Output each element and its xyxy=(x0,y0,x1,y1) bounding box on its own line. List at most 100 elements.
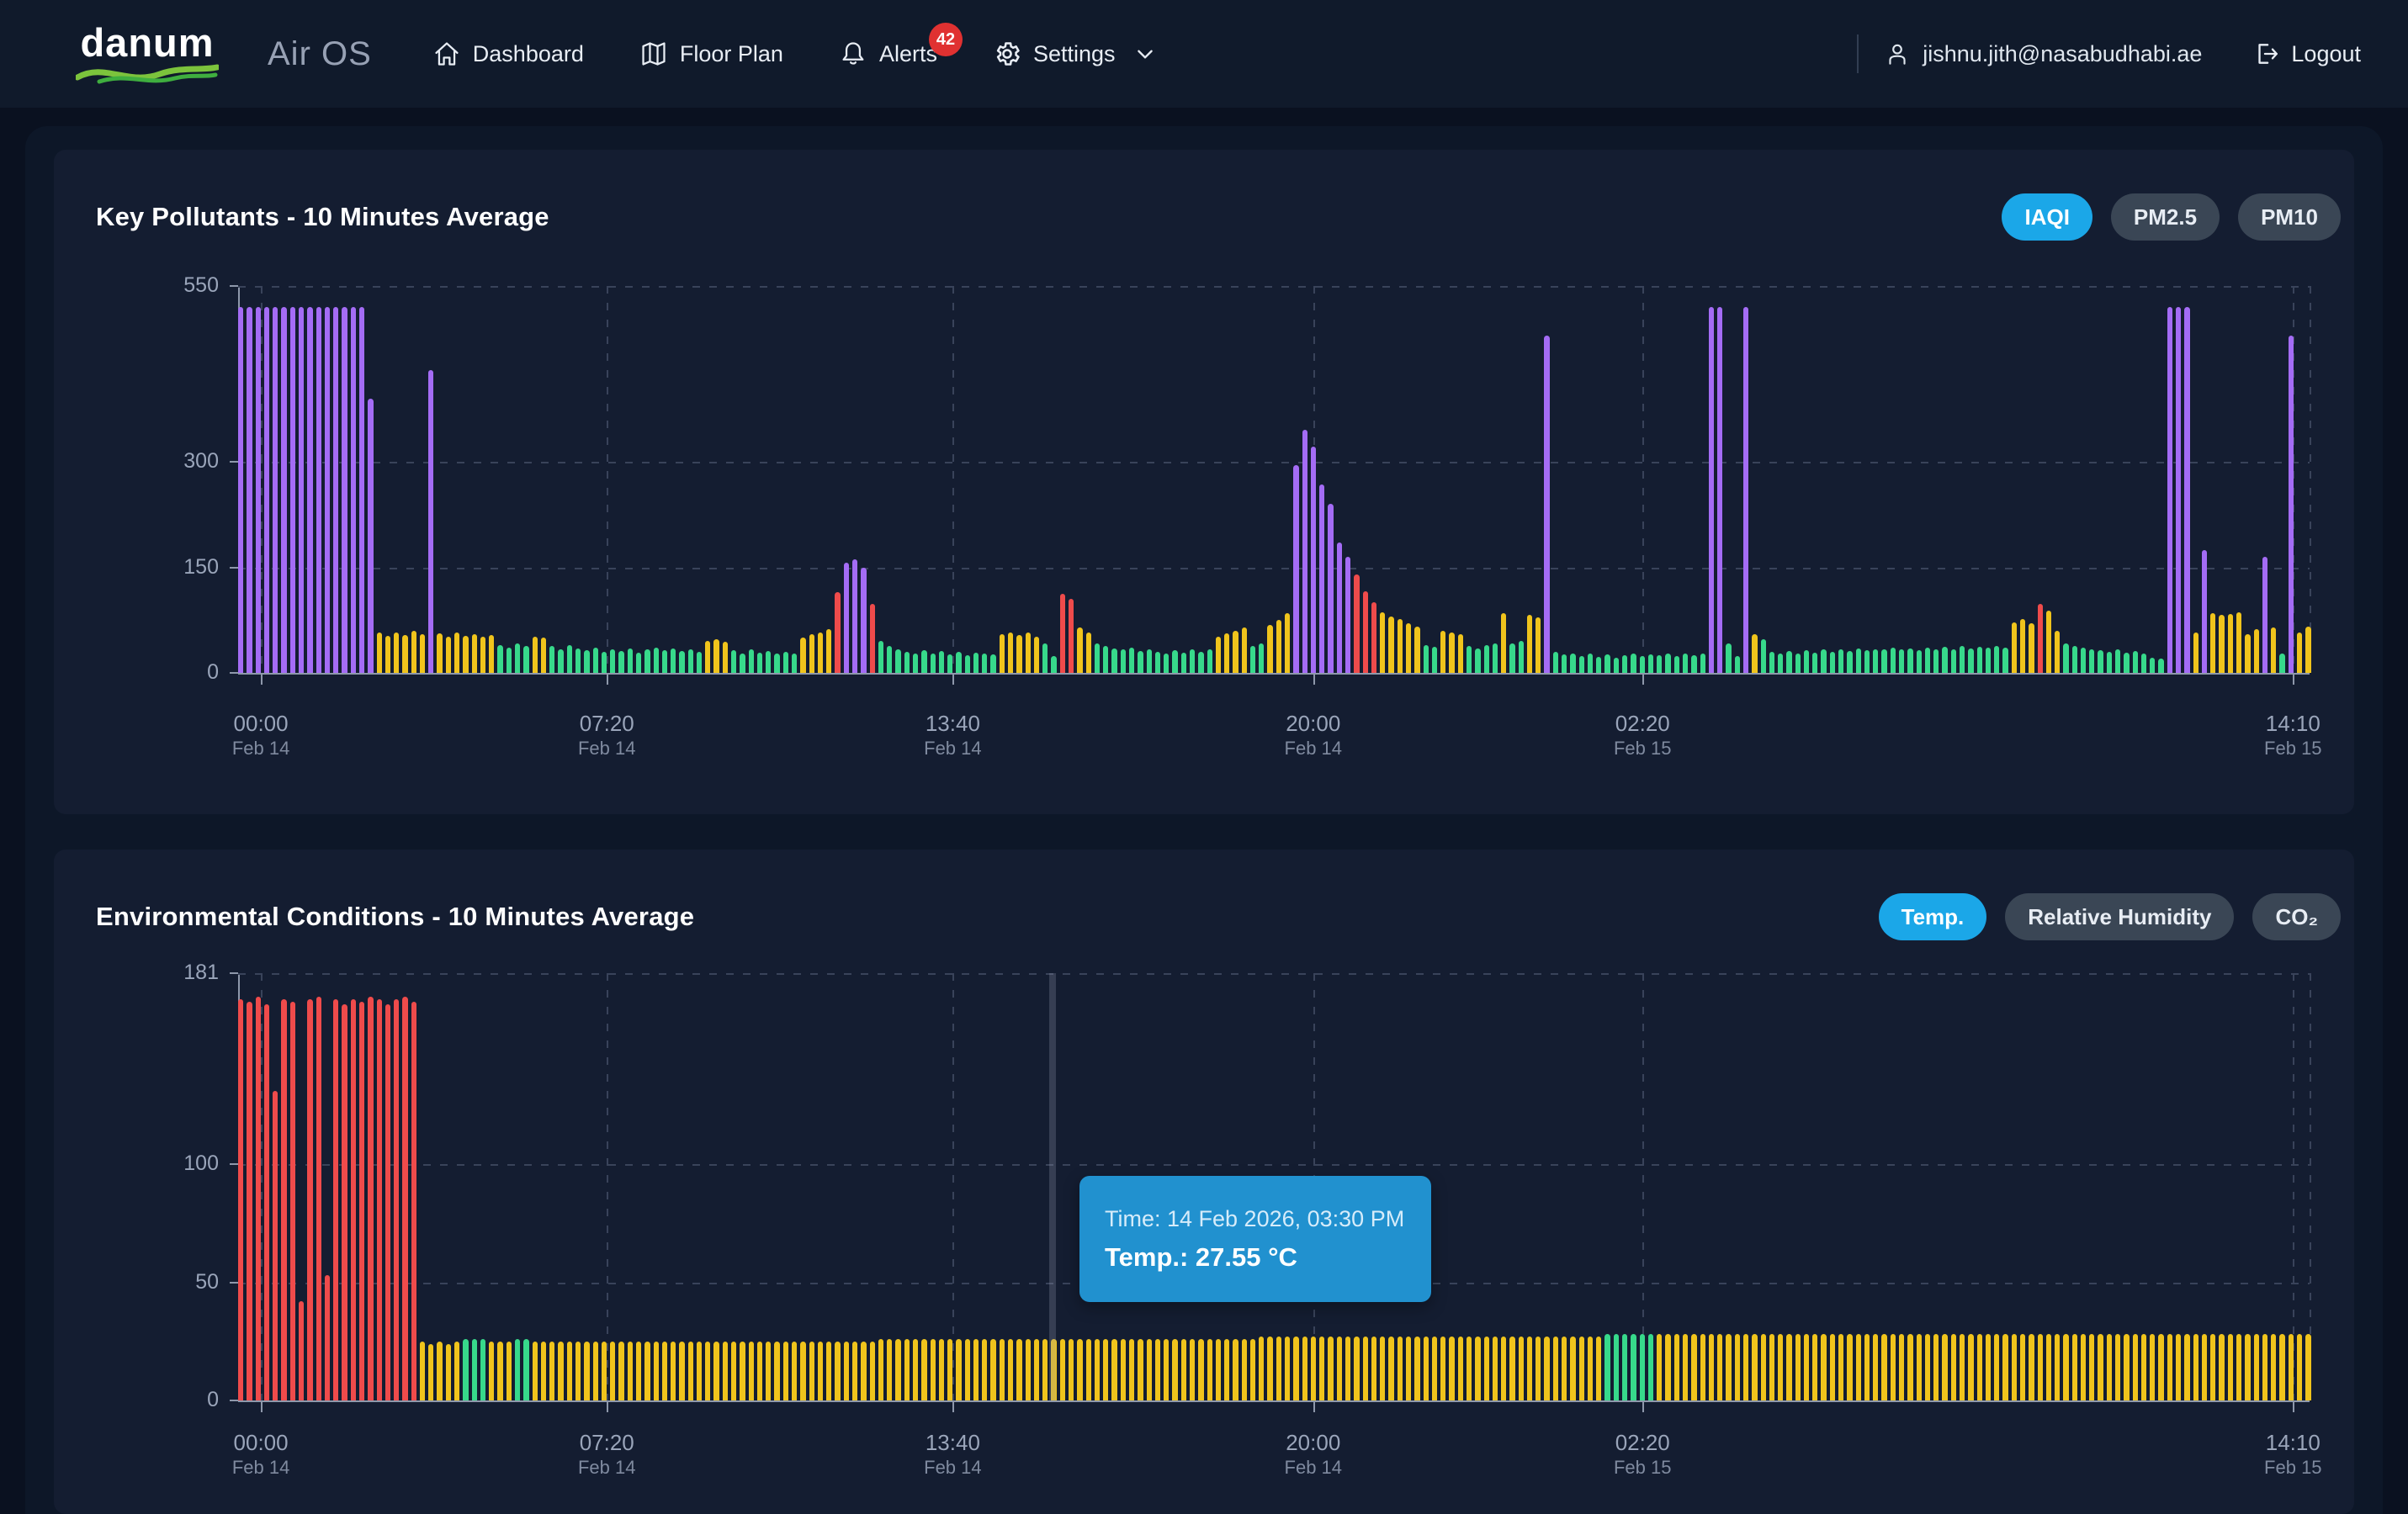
bar[interactable] xyxy=(1467,646,1472,673)
bar[interactable] xyxy=(826,1342,831,1400)
bar[interactable] xyxy=(904,652,910,673)
bar[interactable] xyxy=(264,307,269,673)
bar[interactable] xyxy=(264,1004,269,1401)
bar[interactable] xyxy=(965,655,970,673)
bar[interactable] xyxy=(861,568,866,673)
bar[interactable] xyxy=(2055,1334,2060,1400)
bar[interactable] xyxy=(1224,1339,1229,1400)
bar[interactable] xyxy=(2202,550,2207,673)
bar[interactable] xyxy=(2158,659,2163,673)
bar[interactable] xyxy=(671,648,676,673)
bar[interactable] xyxy=(497,1342,502,1400)
bar[interactable] xyxy=(662,1342,667,1400)
bar[interactable] xyxy=(1414,1337,1419,1400)
bar[interactable] xyxy=(1562,1337,1567,1400)
bar[interactable] xyxy=(1691,1334,1696,1400)
bar[interactable] xyxy=(1250,646,1255,673)
bar[interactable] xyxy=(783,652,788,673)
bar[interactable] xyxy=(1337,1337,1342,1400)
bar[interactable] xyxy=(852,1342,857,1400)
bar[interactable] xyxy=(463,1339,468,1400)
bar[interactable] xyxy=(1891,1334,1896,1400)
bar[interactable] xyxy=(792,1342,797,1400)
bar[interactable] xyxy=(1198,652,1203,673)
bar[interactable] xyxy=(2012,1334,2017,1400)
bar[interactable] xyxy=(463,636,468,673)
bar[interactable] xyxy=(1622,1334,1627,1400)
bar[interactable] xyxy=(921,1339,926,1400)
bar[interactable] xyxy=(1830,652,1835,673)
bar[interactable] xyxy=(654,1342,659,1400)
bar[interactable] xyxy=(1077,627,1082,673)
bar[interactable] xyxy=(1406,1337,1411,1400)
bar[interactable] xyxy=(1588,654,1593,673)
bar[interactable] xyxy=(1604,1334,1610,1400)
bar[interactable] xyxy=(757,653,762,673)
bar[interactable] xyxy=(723,642,728,673)
bar[interactable] xyxy=(385,1004,390,1401)
bar[interactable] xyxy=(454,633,459,673)
chart-bars[interactable] xyxy=(238,286,2310,673)
bar[interactable] xyxy=(1406,623,1411,673)
bar[interactable] xyxy=(878,1339,883,1400)
nav-item-dashboard[interactable]: Dashboard xyxy=(432,40,584,68)
bar[interactable] xyxy=(515,643,520,673)
bar[interactable] xyxy=(1016,1339,1021,1400)
bar[interactable] xyxy=(2254,629,2259,673)
bar[interactable] xyxy=(1501,613,1506,673)
bar[interactable] xyxy=(1925,1334,1930,1400)
bar[interactable] xyxy=(1899,1334,1904,1400)
bar[interactable] xyxy=(1519,1337,1524,1400)
bar[interactable] xyxy=(982,1339,987,1400)
bar[interactable] xyxy=(1717,307,1722,673)
bar[interactable] xyxy=(602,1342,607,1400)
bar[interactable] xyxy=(1726,1334,1731,1400)
bar[interactable] xyxy=(394,633,399,674)
bar[interactable] xyxy=(1484,645,1489,673)
bar[interactable] xyxy=(1388,617,1393,673)
bar[interactable] xyxy=(2219,1334,2224,1400)
bar[interactable] xyxy=(1016,635,1021,673)
bar[interactable] xyxy=(913,1339,918,1400)
bar[interactable] xyxy=(1847,651,1852,673)
bar[interactable] xyxy=(290,1002,295,1400)
bar[interactable] xyxy=(1665,654,1670,673)
bar[interactable] xyxy=(1786,651,1791,673)
bar[interactable] xyxy=(1588,1337,1593,1400)
bar[interactable] xyxy=(1683,1334,1688,1400)
bar[interactable] xyxy=(2081,1334,2086,1400)
bar[interactable] xyxy=(1388,1337,1393,1400)
bar[interactable] xyxy=(1743,307,1748,673)
bar[interactable] xyxy=(878,641,883,673)
bar[interactable] xyxy=(1657,1334,1662,1400)
bar[interactable] xyxy=(2262,1334,2267,1400)
bar[interactable] xyxy=(316,997,321,1400)
bar[interactable] xyxy=(281,307,286,673)
bar[interactable] xyxy=(1493,643,1498,673)
bar[interactable] xyxy=(1821,649,1826,673)
bar[interactable] xyxy=(1276,620,1281,673)
bar[interactable] xyxy=(1891,648,1896,673)
pollutants-chart[interactable]: 550300150000:00Feb 1407:20Feb 1413:40Feb… xyxy=(54,150,2354,814)
bar[interactable] xyxy=(1968,648,1973,673)
bar[interactable] xyxy=(602,652,607,673)
bar[interactable] xyxy=(533,1342,538,1400)
bar[interactable] xyxy=(1250,1339,1255,1400)
bar[interactable] xyxy=(1034,637,1039,673)
bar[interactable] xyxy=(1345,1337,1350,1400)
bar[interactable] xyxy=(2098,1334,2103,1400)
bar[interactable] xyxy=(1060,1339,1065,1400)
bar[interactable] xyxy=(1414,627,1419,673)
bar[interactable] xyxy=(644,649,650,673)
bar[interactable] xyxy=(800,638,805,673)
bar[interactable] xyxy=(1216,1339,1221,1400)
bar[interactable] xyxy=(2072,646,2077,673)
bar[interactable] xyxy=(1121,649,1126,673)
bar[interactable] xyxy=(679,1342,684,1400)
bar[interactable] xyxy=(1008,633,1013,674)
bar[interactable] xyxy=(1761,639,1766,673)
bar[interactable] xyxy=(368,399,373,673)
bar[interactable] xyxy=(636,1342,641,1400)
bar[interactable] xyxy=(1579,656,1584,673)
bar[interactable] xyxy=(618,651,623,673)
